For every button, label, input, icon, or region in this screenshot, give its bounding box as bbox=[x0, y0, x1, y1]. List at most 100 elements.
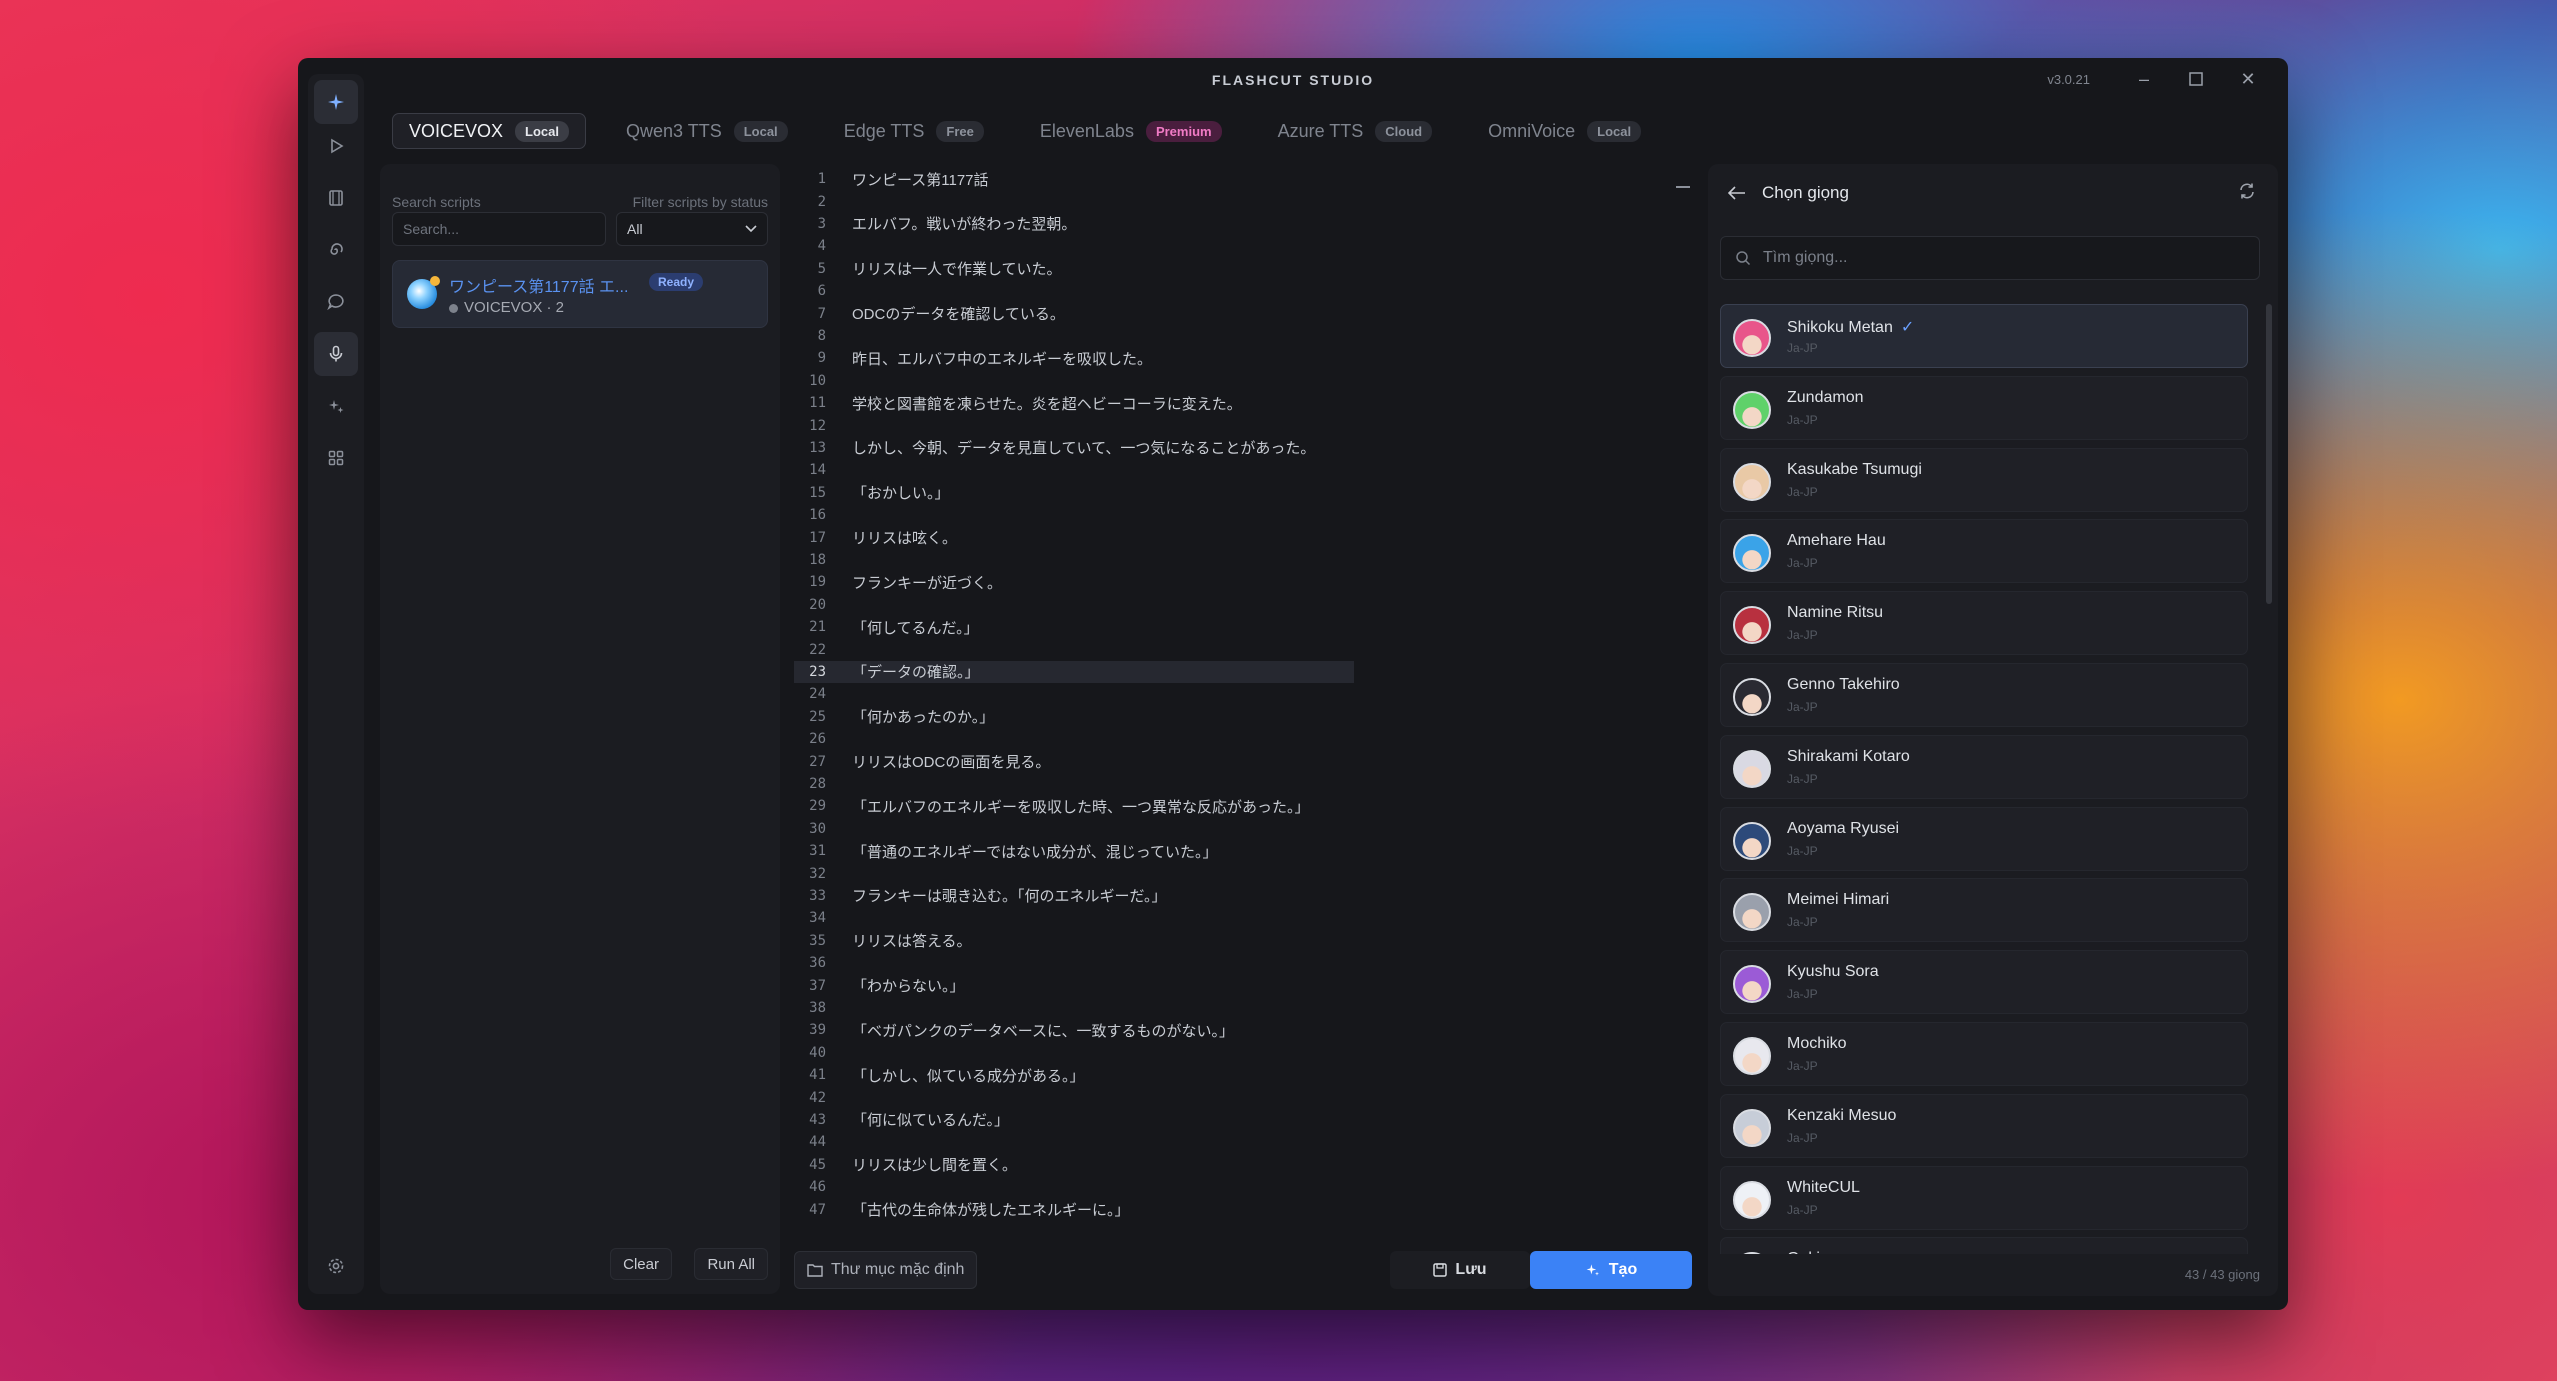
editor-line[interactable]: 27 リリスはODCの画面を見る。 bbox=[794, 750, 1354, 772]
editor-line[interactable]: 29 「エルバフのエネルギーを吸収した時、一つ異常な反応があった。」 bbox=[794, 795, 1354, 817]
editor-line[interactable]: 19 フランキーが近づく。 bbox=[794, 571, 1354, 593]
editor-line[interactable]: 9 昨日、エルバフ中のエネルギーを吸収した。 bbox=[794, 347, 1354, 369]
voice-name: Goki bbox=[1787, 1250, 1820, 1254]
voice-item[interactable]: Genno Takehiro Ja-JP bbox=[1720, 663, 2248, 727]
editor-line[interactable]: 3 エルバフ。戦いが終わった翌朝。 bbox=[794, 213, 1354, 235]
collapse-icon[interactable] bbox=[1676, 186, 1690, 188]
refresh-icon[interactable] bbox=[2238, 182, 2256, 205]
status-filter-select[interactable]: All bbox=[616, 212, 768, 246]
sparkle-icon[interactable] bbox=[314, 80, 358, 124]
line-text: フランキーが近づく。 bbox=[852, 574, 1003, 592]
script-list-item[interactable]: ワンピース第1177話 エ... Ready VOICEVOX · 2 bbox=[392, 260, 768, 328]
editor-line[interactable]: 32 bbox=[794, 862, 1354, 884]
editor-line[interactable]: 17 リリスは呟く。 bbox=[794, 526, 1354, 548]
editor-line[interactable]: 43 「何に似ているんだ。」 bbox=[794, 1109, 1354, 1131]
editor-line[interactable]: 10 bbox=[794, 370, 1354, 392]
editor-line[interactable]: 8 bbox=[794, 325, 1354, 347]
editor-line[interactable]: 4 bbox=[794, 235, 1354, 257]
editor-line[interactable]: 37 「わからない。」 bbox=[794, 974, 1354, 996]
editor-line[interactable]: 13 しかし、今朝、データを見直していて、一つ気になることがあった。 bbox=[794, 437, 1354, 459]
voice-item[interactable]: Zundamon Ja-JP bbox=[1720, 375, 2248, 440]
editor-line[interactable]: 2 bbox=[794, 190, 1354, 212]
editor-line[interactable]: 22 bbox=[794, 638, 1354, 660]
editor-line[interactable]: 25 「何かあったのか。」 bbox=[794, 706, 1354, 728]
editor-line[interactable]: 41 「しかし、似ている成分がある。」 bbox=[794, 1064, 1354, 1086]
search-scripts-input[interactable]: Search... bbox=[392, 212, 606, 246]
editor-line[interactable]: 26 bbox=[794, 728, 1354, 750]
stars-icon[interactable] bbox=[314, 384, 358, 428]
voice-item[interactable]: Kyushu Sora Ja-JP bbox=[1720, 950, 2248, 1015]
voice-item[interactable]: WhiteCUL Ja-JP bbox=[1720, 1165, 2248, 1230]
create-button[interactable]: Tạo bbox=[1530, 1251, 1692, 1289]
editor-line[interactable]: 11 学校と図書館を凍らせた。炎を超ヘビーコーラに変えた。 bbox=[794, 392, 1354, 414]
microphone-icon[interactable] bbox=[314, 332, 358, 376]
editor-line[interactable]: 40 bbox=[794, 1042, 1354, 1064]
default-folder-button[interactable]: Thư mục mặc định bbox=[794, 1251, 978, 1289]
editor-line[interactable]: 18 bbox=[794, 549, 1354, 571]
back-arrow-icon[interactable] bbox=[1728, 186, 1746, 200]
script-editor[interactable]: 1 ワンピース第1177話 2 3 エルバフ。戦いが終わった翌朝。 4 5 リリスは一人で作業… bbox=[794, 164, 1354, 1244]
voice-item[interactable]: Namine Ritsu Ja-JP bbox=[1720, 591, 2248, 656]
film-icon[interactable] bbox=[314, 176, 358, 220]
voice-list[interactable]: Shikoku Metan ✓ Ja-JP Zundamon Ja-JP Kasukabe… bbox=[1720, 304, 2248, 1254]
editor-line[interactable]: 39 「ベガパンクのデータベースに、一致するものがない。」 bbox=[794, 1019, 1354, 1041]
voice-item[interactable]: Aoyama Ryusei Ja-JP bbox=[1720, 806, 2248, 871]
editor-line[interactable]: 16 bbox=[794, 504, 1354, 526]
tab-azure-tts[interactable]: Azure TTS Cloud bbox=[1262, 113, 1449, 149]
tab-edge-tts[interactable]: Edge TTS Free bbox=[828, 113, 1000, 149]
minimize-icon[interactable]: – bbox=[2118, 68, 2170, 90]
editor-line[interactable]: 38 bbox=[794, 997, 1354, 1019]
editor-line[interactable]: 44 bbox=[794, 1131, 1354, 1153]
editor-line[interactable]: 28 bbox=[794, 773, 1354, 795]
editor-line[interactable]: 24 bbox=[794, 683, 1354, 705]
voice-item[interactable]: Meimei Himari Ja-JP bbox=[1720, 878, 2248, 943]
voice-item[interactable]: Kenzaki Mesuo Ja-JP bbox=[1720, 1093, 2248, 1158]
editor-line[interactable]: 20 bbox=[794, 594, 1354, 616]
editor-line[interactable]: 47 「古代の生命体が残したエネルギーに。」 bbox=[794, 1198, 1354, 1220]
editor-line[interactable]: 15 「おかしい。」 bbox=[794, 482, 1354, 504]
tab-elevenlabs[interactable]: ElevenLabs Premium bbox=[1024, 113, 1238, 149]
editor-line[interactable]: 5 リリスは一人で作業していた。 bbox=[794, 258, 1354, 280]
line-text: 「わからない。」 bbox=[852, 978, 965, 996]
voice-item[interactable]: Mochiko Ja-JP bbox=[1720, 1022, 2248, 1086]
editor-line[interactable]: 36 bbox=[794, 952, 1354, 974]
editor-line[interactable]: 35 リリスは答える。 bbox=[794, 930, 1354, 952]
voice-item[interactable]: Kasukabe Tsumugi Ja-JP bbox=[1720, 447, 2248, 512]
editor-line[interactable]: 23 「データの確認。」 bbox=[794, 660, 1354, 684]
clear-button[interactable]: Clear bbox=[610, 1248, 672, 1280]
voice-name-text: Aoyama Ryusei bbox=[1787, 819, 1900, 837]
maximize-icon[interactable] bbox=[2170, 68, 2222, 90]
voice-search-input[interactable]: Tìm giọng... bbox=[1720, 236, 2260, 280]
line-text: ワンピース第1177話 bbox=[852, 171, 989, 189]
run-all-button[interactable]: Run All bbox=[694, 1248, 768, 1280]
voice-item[interactable]: GokiJa-JP bbox=[1720, 1237, 2248, 1254]
grid-icon[interactable] bbox=[314, 436, 358, 480]
close-icon[interactable]: ✕ bbox=[2222, 68, 2274, 90]
editor-line[interactable]: 46 bbox=[794, 1176, 1354, 1198]
voice-item[interactable]: Shikoku Metan ✓ Ja-JP bbox=[1720, 304, 2248, 368]
editor-line[interactable]: 6 bbox=[794, 280, 1354, 302]
editor-line[interactable]: 1 ワンピース第1177話 bbox=[794, 168, 1354, 190]
editor-line[interactable]: 12 bbox=[794, 414, 1354, 436]
editor-line[interactable]: 45 リリスは少し間を置く。 bbox=[794, 1154, 1354, 1176]
editor-line[interactable]: 34 bbox=[794, 907, 1354, 929]
chat-icon[interactable] bbox=[314, 280, 358, 324]
voice-name-text: WhiteCUL bbox=[1787, 1178, 1860, 1196]
tab-qwen3-tts[interactable]: Qwen3 TTS Local bbox=[610, 113, 804, 149]
play-icon[interactable] bbox=[314, 124, 358, 168]
editor-line[interactable]: 33 フランキーは覗き込む。「何のエネルギーだ。」 bbox=[794, 885, 1354, 907]
voice-item[interactable]: Amehare Hau Ja-JP bbox=[1720, 519, 2248, 584]
spiral-icon[interactable] bbox=[314, 228, 358, 272]
editor-line[interactable]: 7 ODCのデータを確認している。 bbox=[794, 302, 1354, 324]
save-button[interactable]: Lưu bbox=[1390, 1251, 1530, 1289]
editor-line[interactable]: 42 bbox=[794, 1086, 1354, 1108]
voice-item[interactable]: Shirakami Kotaro Ja-JP bbox=[1720, 734, 2248, 799]
settings-gear-icon[interactable] bbox=[314, 1244, 358, 1288]
editor-line[interactable]: 21 「何してるんだ。」 bbox=[794, 616, 1354, 638]
voice-list-scrollbar[interactable] bbox=[2266, 304, 2272, 604]
editor-line[interactable]: 30 bbox=[794, 818, 1354, 840]
editor-line[interactable]: 31 「普通のエネルギーではない成分が、混じっていた。」 bbox=[794, 840, 1354, 862]
editor-line[interactable]: 14 bbox=[794, 459, 1354, 481]
tab-voicevox[interactable]: VOICEVOX Local bbox=[392, 113, 586, 149]
tab-omnivoice[interactable]: OmniVoice Local bbox=[1472, 113, 1657, 149]
